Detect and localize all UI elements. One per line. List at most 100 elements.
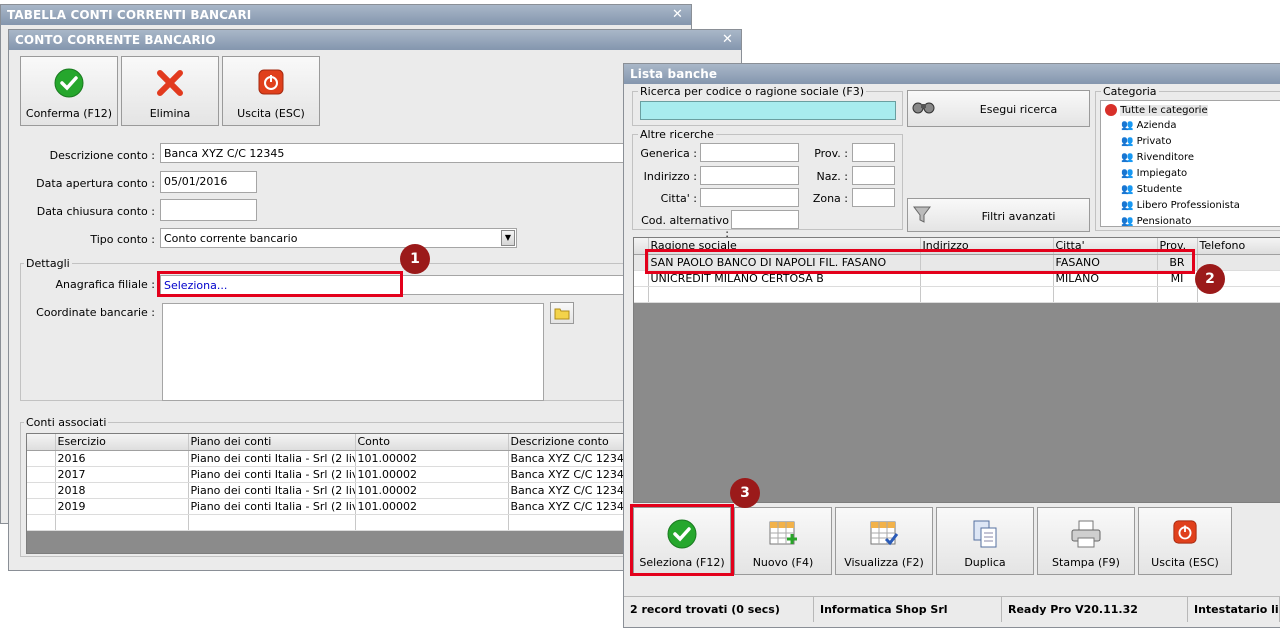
table-cell	[920, 286, 1054, 303]
folder-button[interactable]	[550, 302, 574, 324]
tree-item-label: Rivenditore	[1136, 152, 1194, 163]
people-icon: 👥	[1121, 200, 1134, 211]
coordinate-textarea[interactable]	[162, 303, 544, 401]
naz-input[interactable]	[852, 166, 895, 185]
grid-check-icon	[870, 521, 899, 546]
search-button-label: Esegui ricerca	[979, 103, 1058, 116]
power-icon	[258, 69, 284, 95]
back-window-titlebar: TABELLA CONTI CORRENTI BANCARI ✕	[1, 5, 691, 25]
table-row[interactable]: 2017 Piano dei conti Italia - Srl (2 liv…	[27, 466, 649, 483]
tree-root[interactable]: Tutte le categorie	[1105, 104, 1208, 116]
tree-item[interactable]: 👥 Rivenditore	[1121, 152, 1194, 163]
people-icon: 👥	[1121, 152, 1134, 163]
table-row[interactable]: 2018 Piano dei conti Italia - Srl (2 liv…	[27, 482, 649, 499]
delete-button[interactable]: Elimina	[121, 56, 219, 126]
zona-label: Zona :	[812, 192, 848, 205]
table-cell: Piano dei conti Italia - Srl (2 livelli)	[188, 482, 356, 499]
tipo-select-value: Conto corrente bancario	[164, 232, 298, 245]
row-selector[interactable]	[27, 482, 56, 499]
tree-item[interactable]: 👥 Libero Professionista	[1121, 200, 1240, 211]
new-button-label: Nuovo (F4)	[752, 556, 814, 569]
filtri-button[interactable]: Filtri avanzati	[907, 198, 1090, 232]
confirm-button[interactable]: Conferma (F12)	[20, 56, 118, 126]
delete-x-icon	[157, 70, 183, 96]
duplicate-icon	[973, 520, 997, 548]
table-row[interactable]: 2016 Piano dei conti Italia - Srl (2 liv…	[27, 450, 649, 467]
tree-item-label: Impiegato	[1136, 168, 1188, 179]
tree-item[interactable]: 👥 Impiegato	[1121, 168, 1187, 179]
print-button[interactable]: Stampa (F9)	[1037, 507, 1135, 575]
coordinate-label: Coordinate bancarie :	[36, 306, 155, 319]
table-cell: 2016	[55, 450, 189, 467]
tree-item-label: Pensionato	[1136, 216, 1192, 227]
apertura-field[interactable]: 05/01/2016	[160, 171, 257, 193]
tipo-select[interactable]: Conto corrente bancario ▼	[160, 228, 517, 248]
table-cell: 101.00002	[355, 482, 509, 499]
indirizzo-input[interactable]	[700, 166, 799, 185]
table-cell: 2019	[55, 498, 189, 515]
people-icon: 👥	[1121, 216, 1134, 227]
view-button[interactable]: Visualizza (F2)	[835, 507, 933, 575]
banche-window-title: Lista banche	[630, 67, 718, 81]
table-cell: 101.00002	[355, 466, 509, 483]
highlight-bank-row	[645, 249, 1195, 274]
conti-header-row: Esercizio Piano dei conti Conto Descrizi…	[27, 434, 649, 451]
cod-alt-input[interactable]	[731, 210, 799, 229]
column-header[interactable]: Conto	[355, 434, 509, 451]
tree-item-label: Studente	[1136, 184, 1183, 195]
binoculars-icon	[912, 102, 935, 114]
folder-icon	[554, 308, 570, 320]
tree-item[interactable]: 👥 Pensionato	[1121, 216, 1192, 227]
exit-button[interactable]: Uscita (ESC)	[222, 56, 320, 126]
generica-input[interactable]	[700, 143, 799, 162]
row-selector[interactable]	[27, 466, 56, 483]
table-cell: 101.00002	[355, 498, 509, 515]
table-row[interactable]: 2019 Piano dei conti Italia - Srl (2 liv…	[27, 498, 649, 515]
delete-button-label: Elimina	[149, 107, 191, 120]
new-button[interactable]: Nuovo (F4)	[734, 507, 832, 575]
chevron-down-icon[interactable]: ▼	[501, 230, 515, 246]
row-selector[interactable]	[27, 498, 56, 515]
search-input[interactable]	[640, 101, 896, 120]
banche-grid: Ragione sociale Indirizzo Citta' Prov. T…	[633, 237, 1280, 503]
citta-input[interactable]	[700, 188, 799, 207]
conto-window-titlebar: CONTO CORRENTE BANCARIO ✕	[9, 30, 741, 50]
banche-exit-button[interactable]: Uscita (ESC)	[1138, 507, 1232, 575]
tree-root-label: Tutte le categorie	[1120, 105, 1208, 116]
prov-label: Prov. :	[814, 147, 848, 160]
exit-button-label: Uscita (ESC)	[237, 107, 305, 120]
tree-item-label: Libero Professionista	[1136, 200, 1240, 211]
duplicate-button[interactable]: Duplica	[936, 507, 1034, 575]
filtri-button-label: Filtri avanzati	[981, 210, 1056, 223]
descrizione-field[interactable]: Banca XYZ C/C 12345	[160, 143, 640, 163]
row-selector[interactable]	[27, 450, 56, 467]
people-icon: 👥	[1121, 168, 1134, 179]
status-company: Informatica Shop Srl	[814, 596, 1002, 622]
conti-grid: Esercizio Piano dei conti Conto Descrizi…	[26, 433, 650, 554]
column-header[interactable]: Esercizio	[55, 434, 189, 451]
close-icon[interactable]: ✕	[672, 7, 683, 22]
back-window-title: TABELLA CONTI CORRENTI BANCARI	[7, 8, 252, 22]
column-header[interactable]: Piano dei conti	[188, 434, 356, 451]
row-selector	[27, 514, 56, 531]
highlight-select-button	[630, 504, 734, 576]
indirizzo-label: Indirizzo :	[643, 170, 697, 183]
tree-item[interactable]: 👥 Privato	[1121, 136, 1171, 147]
table-cell	[188, 514, 356, 531]
step-badge-1: 1	[400, 244, 430, 274]
tree-item[interactable]: 👥 Studente	[1121, 184, 1182, 195]
tree-item-label: Privato	[1136, 136, 1172, 147]
close-icon[interactable]: ✕	[722, 32, 733, 47]
status-version: Ready Pro V20.11.32	[1002, 596, 1188, 622]
dettagli-title: Dettagli	[24, 257, 72, 270]
banche-window-titlebar: Lista banche	[624, 64, 1280, 84]
column-header[interactable]: Telefono	[1197, 238, 1280, 255]
table-row-empty[interactable]	[634, 286, 1280, 303]
prov-input[interactable]	[852, 143, 895, 162]
zona-input[interactable]	[852, 188, 895, 207]
search-button[interactable]: Esegui ricerca	[907, 90, 1090, 127]
table-cell: 2018	[55, 482, 189, 499]
tree-item[interactable]: 👥 Azienda	[1121, 120, 1176, 131]
table-row-empty[interactable]	[27, 514, 649, 531]
chiusura-field[interactable]	[160, 199, 257, 221]
